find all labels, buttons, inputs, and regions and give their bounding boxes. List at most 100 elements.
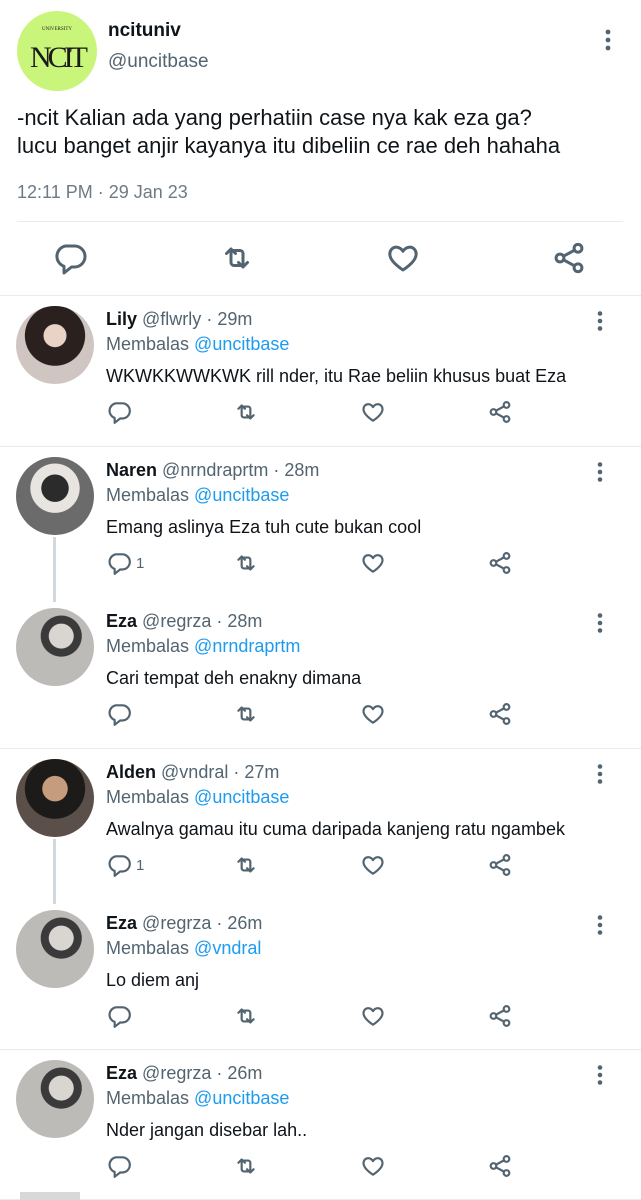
avatar[interactable] — [16, 910, 94, 988]
author-name[interactable]: Eza — [106, 913, 137, 933]
meta-separator: · — [273, 460, 280, 480]
share-icon[interactable] — [487, 700, 513, 728]
share-icon[interactable] — [551, 240, 587, 276]
share-icon[interactable] — [487, 851, 513, 879]
share-icon[interactable] — [487, 549, 513, 577]
retweet-icon[interactable] — [233, 851, 259, 879]
avatar[interactable] — [16, 608, 94, 686]
reply-button[interactable] — [106, 700, 136, 728]
reply-button[interactable]: 1 — [106, 549, 144, 577]
reply-count: 1 — [136, 554, 145, 572]
reply-tweet[interactable]: Lily @flwrly · 29m Membalas @uncitbase WKW… — [0, 296, 641, 447]
reply-text: Lo diem anj — [106, 970, 200, 990]
author-name[interactable]: Lily — [106, 309, 137, 329]
avatar[interactable] — [16, 759, 94, 837]
reply-time[interactable]: 29m — [217, 309, 252, 329]
more-options-icon[interactable] — [592, 461, 608, 483]
replying-to-handle[interactable]: @uncitbase — [194, 334, 289, 354]
replying-label: Membalas — [106, 938, 190, 958]
author-name[interactable]: Eza — [106, 1063, 137, 1083]
author-name[interactable]: Eza — [106, 611, 137, 631]
reply-header: Alden @vndral · 27m — [106, 762, 279, 783]
author-handle[interactable]: @flwrly — [142, 309, 201, 329]
reply-time[interactable]: 28m — [227, 611, 262, 631]
reply-text: Cari tempat deh enakny dimana — [106, 668, 362, 688]
more-options-icon[interactable] — [592, 612, 608, 634]
reply-icon — [106, 399, 132, 425]
tweet-text-line: -ncit Kalian ada yang perhatiin case nya… — [17, 105, 532, 130]
svg-text:UNIVERSITY: UNIVERSITY — [42, 27, 72, 32]
reply-icon[interactable] — [52, 240, 88, 276]
reply-header: Eza @regrza · 28m — [106, 611, 262, 632]
avatar[interactable] — [16, 457, 94, 535]
reply-tweet[interactable]: Alden @vndral · 27m Membalas @uncitbase Aw… — [0, 749, 641, 904]
more-options-icon[interactable] — [592, 914, 608, 936]
retweet-icon[interactable] — [233, 1152, 259, 1180]
retweet-icon[interactable] — [233, 1002, 259, 1030]
reply-header: Eza @regrza · 26m — [106, 1063, 262, 1084]
like-icon[interactable] — [360, 700, 386, 728]
reply-button[interactable]: 1 — [106, 851, 144, 879]
reply-time[interactable]: 26m — [227, 913, 262, 933]
meta-separator: · — [97, 182, 104, 202]
like-icon[interactable] — [360, 851, 386, 879]
author-handle[interactable]: @regrza — [142, 1063, 211, 1083]
replying-to-handle[interactable]: @nrndraprtm — [194, 636, 300, 656]
like-icon[interactable] — [360, 398, 386, 426]
meta-separator: · — [233, 762, 240, 782]
share-icon[interactable] — [487, 1002, 513, 1030]
author-handle[interactable]: @vndral — [161, 762, 228, 782]
share-icon[interactable] — [487, 398, 513, 426]
reply-tweet[interactable]: Naren @nrndraprtm · 28m Membalas @uncitba… — [0, 447, 641, 602]
reply-tweet[interactable]: Eza @regrza · 26m Membalas @vndral Lo diem… — [0, 900, 641, 1050]
replying-to-handle[interactable]: @uncitbase — [194, 485, 289, 505]
replying-to: Membalas @vndral — [106, 938, 261, 959]
replying-label: Membalas — [106, 787, 190, 807]
reply-count: 1 — [136, 856, 145, 874]
retweet-icon[interactable] — [233, 549, 259, 577]
retweet-icon[interactable] — [233, 700, 259, 728]
reply-button[interactable] — [106, 1152, 136, 1180]
reply-button[interactable] — [106, 1002, 136, 1030]
reply-time[interactable]: 28m — [284, 460, 319, 480]
author-handle[interactable]: @regrza — [142, 913, 211, 933]
avatar[interactable] — [16, 1060, 94, 1138]
reply-icon — [106, 701, 132, 727]
retweet-icon[interactable] — [233, 398, 259, 426]
main-tweet: UNIVERSITY NCIT ncituniv @uncitbase -nci… — [0, 0, 641, 296]
reply-actions — [0, 698, 641, 732]
like-icon[interactable] — [360, 549, 386, 577]
share-icon[interactable] — [487, 1152, 513, 1180]
replying-to-handle[interactable]: @uncitbase — [194, 1088, 289, 1108]
account-display-name[interactable]: ncituniv — [108, 20, 181, 42]
author-name[interactable]: Naren — [106, 460, 157, 480]
reply-time[interactable]: 26m — [227, 1063, 262, 1083]
avatar[interactable] — [16, 306, 94, 384]
reply-header: Lily @flwrly · 29m — [106, 309, 252, 330]
more-options-icon[interactable] — [592, 1064, 608, 1086]
retweet-icon[interactable] — [219, 240, 255, 276]
reply-button[interactable] — [106, 398, 136, 426]
account-avatar[interactable]: UNIVERSITY NCIT — [17, 11, 97, 91]
replying-label: Membalas — [106, 485, 190, 505]
account-handle[interactable]: @uncitbase — [108, 51, 209, 73]
replying-to-handle[interactable]: @uncitbase — [194, 787, 289, 807]
meta-separator: · — [216, 1063, 223, 1083]
tweet-timestamp[interactable]: 12:11 PM · 29 Jan 23 — [17, 182, 188, 203]
meta-separator: · — [206, 309, 213, 329]
replying-to-handle[interactable]: @vndral — [194, 938, 261, 958]
author-name[interactable]: Alden — [106, 762, 156, 782]
replying-label: Membalas — [106, 1088, 190, 1108]
reply-tweet[interactable]: Eza @regrza · 28m Membalas @nrndraprtm Car… — [0, 598, 641, 749]
author-handle[interactable]: @nrndraprtm — [162, 460, 268, 480]
like-icon[interactable] — [385, 240, 421, 276]
more-options-icon[interactable] — [592, 310, 608, 332]
reply-time[interactable]: 27m — [244, 762, 279, 782]
like-icon[interactable] — [360, 1152, 386, 1180]
more-options-icon[interactable] — [592, 763, 608, 785]
like-icon[interactable] — [360, 1002, 386, 1030]
more-options-icon[interactable] — [600, 28, 616, 52]
reply-tweet[interactable]: Eza @regrza · 26m Membalas @uncitbase Nder… — [0, 1050, 641, 1200]
reply-header: Naren @nrndraprtm · 28m — [106, 460, 319, 481]
author-handle[interactable]: @regrza — [142, 611, 211, 631]
